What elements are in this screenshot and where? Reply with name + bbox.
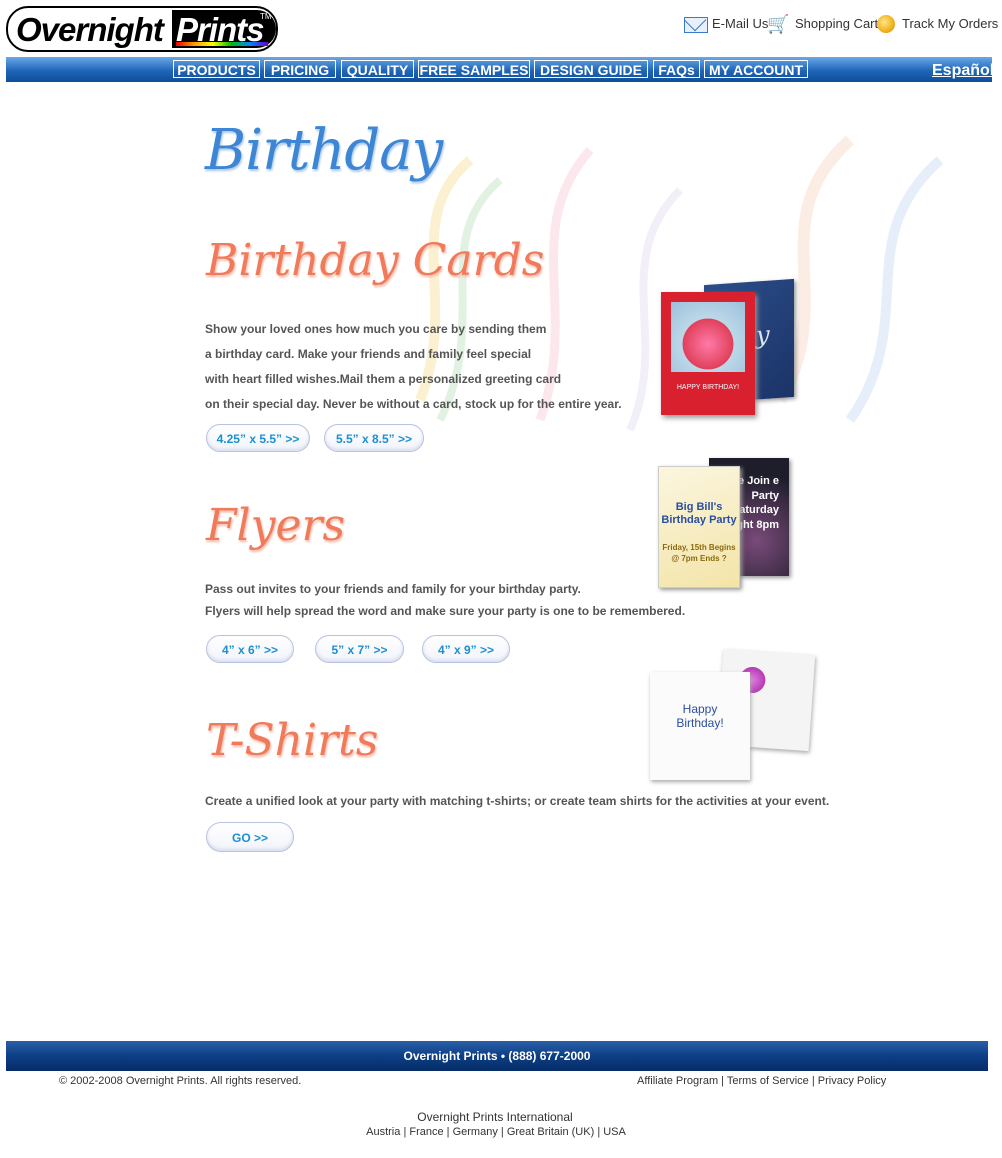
- logo-rainbow-stripe: [176, 42, 268, 46]
- logo-word-overnight: Overnight: [16, 11, 164, 48]
- shopping-cart-icon[interactable]: 🛒: [767, 14, 791, 34]
- cards-text-line-4: on their special day. Never be without a…: [205, 397, 622, 411]
- nav-my-account[interactable]: MY ACCOUNT: [704, 60, 808, 78]
- nav-products[interactable]: PRODUCTS: [173, 60, 260, 78]
- flyers-text-line-2: Flyers will help spread the word and mak…: [205, 604, 686, 618]
- shirt-text: Happy Birthday!: [676, 702, 724, 730]
- flyer-size-4x9-button[interactable]: 4” x 9” >>: [422, 635, 510, 663]
- privacy-policy-link[interactable]: Privacy Policy: [818, 1075, 886, 1087]
- flyer-size-4x6-button[interactable]: 4” x 6” >>: [206, 635, 294, 663]
- card-size-5-5x8-5-button[interactable]: 5.5” x 8.5” >>: [324, 424, 424, 452]
- country-germany-link[interactable]: Germany: [453, 1126, 498, 1138]
- tshirts-heading: T-Shirts: [206, 715, 379, 766]
- track-orders-link[interactable]: Track My Orders: [902, 16, 998, 31]
- flyer-size-5x7-button[interactable]: 5” x 7” >>: [315, 635, 404, 663]
- site-logo[interactable]: Overnight Prints TM: [6, 6, 278, 52]
- flyers-heading: Flyers: [206, 500, 346, 551]
- card-size-4-25x5-5-button[interactable]: 4.25” x 5.5” >>: [206, 424, 310, 452]
- party-flyer-light-image: Big Bill's Birthday Party Friday, 15th B…: [658, 466, 740, 588]
- nav-faqs[interactable]: FAQs: [653, 60, 700, 78]
- logo-trademark: TM: [260, 12, 272, 21]
- card-caption: HAPPY BIRTHDAY!: [676, 384, 740, 391]
- birthday-card-red-image: HAPPY BIRTHDAY!: [661, 292, 755, 415]
- flyers-text-line-1: Pass out invites to your friends and fam…: [205, 582, 581, 596]
- footer-contact: Overnight Prints • (888) 677-2000: [403, 1049, 591, 1063]
- nav-pricing[interactable]: PRICING: [264, 60, 336, 78]
- tshirt-front-image: Happy Birthday!: [650, 672, 750, 780]
- terms-of-service-link[interactable]: Terms of Service: [727, 1075, 809, 1087]
- country-great-britain-link[interactable]: Great Britain (UK): [507, 1126, 594, 1138]
- nav-free-samples[interactable]: FREE SAMPLES: [418, 60, 530, 78]
- international-title: Overnight Prints International: [417, 1110, 573, 1124]
- nav-quality[interactable]: QUALITY: [341, 60, 414, 78]
- tshirts-go-button[interactable]: GO >>: [206, 822, 294, 852]
- email-us-link[interactable]: E-Mail Us: [712, 16, 768, 31]
- affiliate-program-link[interactable]: Affiliate Program: [637, 1075, 718, 1087]
- country-usa-link[interactable]: USA: [603, 1126, 626, 1138]
- cake-photo: [671, 302, 745, 372]
- cards-text-line-2: a birthday card. Make your friends and f…: [205, 347, 532, 361]
- language-espanol-link[interactable]: Español: [932, 62, 994, 80]
- footer-links: Affiliate Program | Terms of Service | P…: [637, 1075, 887, 1087]
- birthday-cards-heading: Birthday Cards: [206, 235, 545, 286]
- country-austria-link[interactable]: Austria: [366, 1126, 400, 1138]
- flyer-title: Big Bill's Birthday Party: [661, 501, 737, 526]
- blue-card-script-text: y: [756, 320, 770, 350]
- cards-text-line-1: Show your loved ones how much you care b…: [205, 322, 547, 336]
- tshirts-text: Create a unified look at your party with…: [205, 794, 830, 808]
- country-france-link[interactable]: France: [409, 1126, 443, 1138]
- shopping-cart-link[interactable]: Shopping Cart: [795, 16, 878, 31]
- country-links: Austria | France | Germany | Great Brita…: [366, 1126, 626, 1138]
- email-icon[interactable]: [684, 17, 708, 33]
- page-title: Birthday: [205, 118, 443, 183]
- nav-design-guide[interactable]: DESIGN GUIDE: [534, 60, 648, 78]
- flyer-details: Friday, 15th Begins @ 7pm Ends ?: [662, 543, 736, 563]
- copyright-text: © 2002-2008 Overnight Prints. All rights…: [59, 1075, 302, 1087]
- track-orders-icon[interactable]: [877, 15, 895, 33]
- cards-text-line-3: with heart filled wishes.Mail them a per…: [205, 372, 562, 386]
